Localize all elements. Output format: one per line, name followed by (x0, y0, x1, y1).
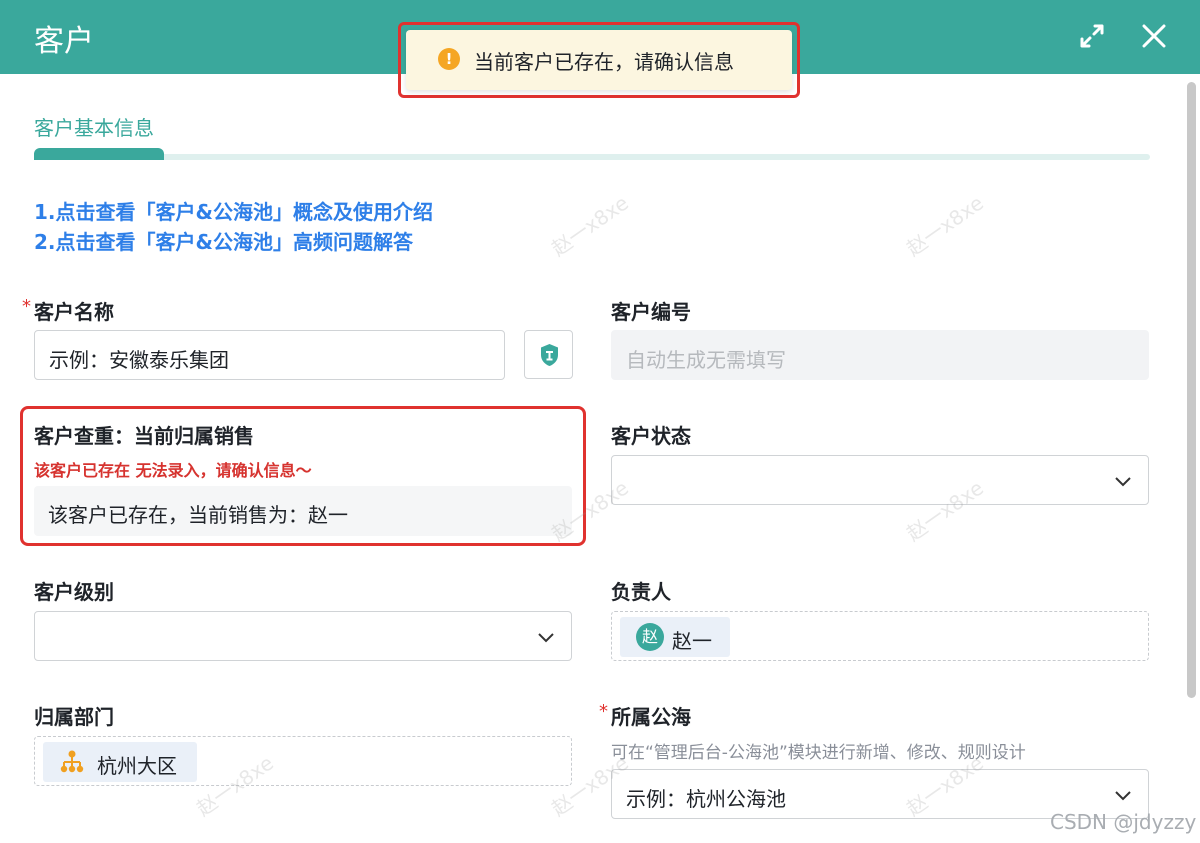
help-link-faq[interactable]: 2.点击查看「客户&公海池」高频问题解答 (34, 226, 413, 255)
duplicate-check-value: 该客户已存在，当前销售为：赵一 (34, 486, 572, 536)
customer-number-placeholder: 自动生成无需填写 (626, 348, 786, 372)
close-icon[interactable] (1136, 18, 1172, 54)
customer-level-label: 客户级别 (34, 580, 114, 604)
sea-pool-label: 所属公海 (611, 705, 691, 729)
sea-pool-hint: 可在“管理后台-公海池”模块进行新增、修改、规则设计 (611, 743, 1026, 763)
chevron-down-icon (538, 633, 554, 643)
tab-active-indicator (34, 148, 164, 160)
dialog-title: 客户 (34, 24, 94, 59)
customer-status-label: 客户状态 (611, 424, 691, 448)
owner-picker[interactable]: 赵 赵一 (611, 611, 1149, 661)
duplicate-check-button[interactable] (524, 330, 573, 379)
watermark: 赵一x8xe (546, 190, 633, 261)
scrollbar-thumb[interactable] (1187, 82, 1196, 698)
duplicate-error-message: 该客户已存在 无法录入，请确认信息～ (34, 461, 312, 480)
department-name: 杭州大区 (97, 754, 177, 778)
customer-number-label: 客户编号 (611, 300, 691, 324)
customer-name-label: 客户名称 (34, 300, 114, 324)
department-chip[interactable]: 杭州大区 (43, 742, 197, 782)
help-link-intro[interactable]: 1.点击查看「客户&公海池」概念及使用介绍 (34, 196, 433, 225)
sea-pool-value: 示例：杭州公海池 (626, 787, 786, 811)
required-mark: * (599, 701, 608, 722)
department-picker[interactable]: 杭州大区 (34, 736, 572, 786)
shield-icon (541, 344, 558, 366)
warning-icon: ! (438, 48, 460, 70)
customer-status-select[interactable] (611, 455, 1149, 505)
credit-watermark: CSDN @jdyzzy (1050, 810, 1197, 834)
org-chart-icon (60, 750, 84, 773)
chevron-down-icon (1115, 791, 1131, 801)
avatar: 赵 (636, 623, 664, 651)
watermark: 赵一x8xe (901, 190, 988, 261)
department-label: 归属部门 (34, 705, 114, 729)
expand-icon[interactable] (1074, 18, 1110, 54)
owner-chip[interactable]: 赵 赵一 (620, 617, 730, 657)
customer-name-input[interactable]: 示例：安徽泰乐集团 (34, 330, 505, 380)
duplicate-check-label: 客户查重：当前归属销售 (34, 424, 254, 448)
required-mark: * (22, 296, 31, 317)
tab-track (34, 154, 1150, 160)
customer-name-value: 示例：安徽泰乐集团 (49, 348, 229, 372)
warning-toast: ! 当前客户已存在，请确认信息 (406, 30, 792, 90)
owner-label: 负责人 (611, 580, 671, 604)
tab-basic-info[interactable]: 客户基本信息 (34, 112, 154, 141)
toast-message: 当前客户已存在，请确认信息 (474, 50, 734, 74)
customer-number-input[interactable]: 自动生成无需填写 (611, 330, 1149, 380)
customer-level-select[interactable] (34, 611, 572, 661)
duplicate-check-text: 该客户已存在，当前销售为：赵一 (48, 503, 348, 527)
chevron-down-icon (1115, 477, 1131, 487)
owner-name: 赵一 (672, 629, 712, 653)
